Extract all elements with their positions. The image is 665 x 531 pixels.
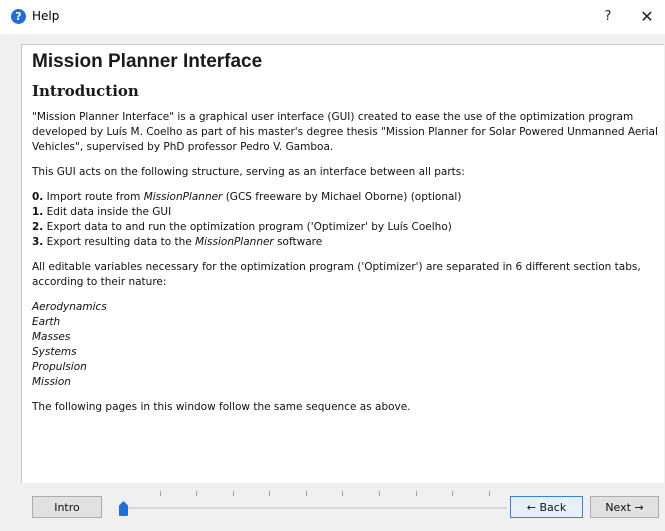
section-name: Aerodynamics bbox=[32, 301, 107, 313]
section-name: Systems bbox=[32, 346, 77, 358]
slider-tick bbox=[305, 491, 307, 496]
step-item: 0. Import route from MissionPlanner (GCS… bbox=[32, 191, 462, 203]
page-slider-track[interactable] bbox=[123, 507, 507, 509]
title-bar: ? Help ? ✕ bbox=[0, 0, 665, 34]
intro-button[interactable]: Intro bbox=[32, 496, 102, 518]
window-title: Help bbox=[32, 9, 60, 23]
context-help-button[interactable]: ? bbox=[594, 5, 622, 29]
steps-list: 0. Import route from MissionPlanner (GCS… bbox=[32, 190, 658, 250]
slider-tick bbox=[415, 491, 417, 496]
close-button[interactable]: ✕ bbox=[633, 5, 661, 29]
sections-list: Aerodynamics Earth Masses Systems Propul… bbox=[32, 300, 658, 390]
slider-tick bbox=[452, 491, 454, 496]
intro-paragraph: "Mission Planner Interface" is a graphic… bbox=[32, 111, 658, 153]
slider-tick bbox=[488, 491, 490, 496]
step-item: 3. Export resulting data to the MissionP… bbox=[32, 236, 323, 248]
section-subheading: Introduction bbox=[32, 82, 139, 100]
slider-tick bbox=[196, 491, 198, 496]
navigation-bar: Intro ← Back Next → bbox=[0, 483, 665, 531]
step-item: 2. Export data to and run the optimizati… bbox=[32, 221, 452, 233]
section-name: Earth bbox=[32, 316, 61, 328]
step-item: 1. Edit data inside the GUI bbox=[32, 206, 172, 218]
structure-paragraph: This GUI acts on the following structure… bbox=[32, 166, 465, 178]
section-name: Mission bbox=[32, 376, 71, 388]
slider-tick bbox=[269, 491, 271, 496]
section-name: Propulsion bbox=[32, 361, 87, 373]
page-heading: Mission Planner Interface bbox=[32, 51, 263, 72]
help-content-panel: Mission Planner Interface Introduction "… bbox=[21, 44, 664, 483]
slider-tick bbox=[159, 491, 161, 496]
slider-tick bbox=[379, 491, 380, 496]
section-name: Masses bbox=[32, 331, 71, 343]
page-slider-thumb[interactable] bbox=[119, 501, 128, 516]
slider-tick bbox=[232, 491, 234, 496]
back-button[interactable]: ← Back bbox=[510, 496, 583, 518]
slider-tick bbox=[342, 491, 344, 496]
closing-paragraph: The following pages in this window follo… bbox=[32, 401, 411, 413]
help-app-icon: ? bbox=[11, 9, 26, 24]
next-button[interactable]: Next → bbox=[590, 496, 659, 518]
sections-paragraph: All editable variables necessary for the… bbox=[32, 261, 641, 288]
